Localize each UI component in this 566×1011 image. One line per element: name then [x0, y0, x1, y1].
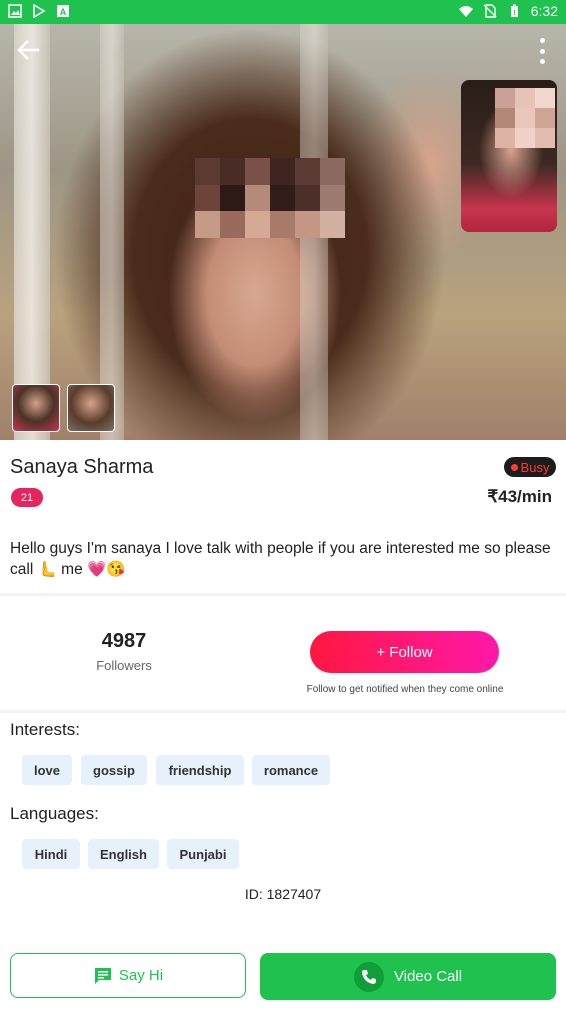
interest-chip[interactable]: romance — [252, 755, 330, 785]
video-call-label: Video Call — [393, 968, 463, 985]
languages-title: Languages: — [10, 804, 99, 823]
back-arrow-icon[interactable] — [14, 36, 44, 66]
battery-icon: ! — [510, 4, 518, 17]
followers-count: 4987 — [101, 630, 147, 652]
language-chip[interactable]: English — [88, 839, 159, 869]
background-tree — [14, 24, 50, 440]
text-icon: A — [57, 5, 69, 17]
phone-icon — [353, 961, 384, 992]
image-icon — [8, 4, 22, 18]
more-options-icon[interactable] — [536, 38, 548, 64]
status-dot-icon — [510, 463, 518, 471]
play-store-icon — [33, 4, 46, 18]
face-blur — [495, 88, 555, 148]
age-badge: 21 — [11, 488, 43, 507]
interest-chip[interactable]: gossip — [81, 755, 147, 785]
say-hi-button[interactable]: Say Hi — [10, 953, 246, 998]
svg-text:!: ! — [513, 10, 515, 17]
profile-id: ID: 1827407 — [244, 886, 322, 902]
follow-hint: Follow to get notified when they come on… — [306, 684, 504, 695]
status-bar: A ! 6:32 — [0, 0, 566, 24]
video-call-button[interactable]: Video Call — [260, 953, 556, 1000]
profile-photo[interactable] — [0, 24, 566, 440]
interest-chip[interactable]: love — [22, 755, 72, 785]
profile-bio: Hello guys I'm sanaya I love talk with p… — [10, 540, 551, 578]
chat-icon — [94, 967, 111, 984]
svg-text:A: A — [60, 7, 67, 17]
say-hi-label: Say Hi — [118, 967, 164, 984]
photo-thumbnail[interactable] — [67, 384, 115, 432]
wifi-icon — [458, 6, 473, 17]
language-chip[interactable]: Hindi — [22, 839, 80, 869]
status-badge: Busy — [504, 457, 556, 477]
status-time: 6:32 — [530, 3, 558, 19]
face-blur — [195, 158, 345, 238]
follow-button[interactable]: + Follow — [310, 631, 499, 673]
inset-photo[interactable] — [461, 80, 557, 232]
divider — [0, 710, 566, 713]
status-label: Busy — [520, 459, 550, 475]
interests-title: Interests: — [10, 720, 80, 739]
divider — [0, 593, 566, 596]
photo-thumbnail[interactable] — [12, 384, 60, 432]
language-chip[interactable]: Punjabi — [167, 839, 239, 869]
profile-name: Sanaya Sharma — [10, 456, 154, 478]
followers-label: Followers — [96, 658, 152, 673]
no-sim-icon — [483, 4, 497, 18]
background-tree — [100, 24, 124, 440]
call-rate: ₹43/min — [487, 487, 552, 506]
interest-chip[interactable]: friendship — [156, 755, 244, 785]
